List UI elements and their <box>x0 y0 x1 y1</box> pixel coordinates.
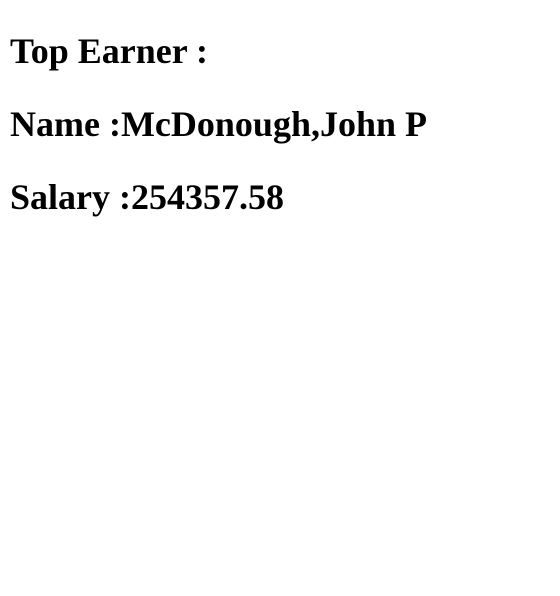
salary-line: Salary :254357.58 <box>10 179 550 215</box>
name-line: Name :McDonough,John P <box>10 106 550 142</box>
name-label: Name : <box>10 104 121 144</box>
salary-value: 254357.58 <box>131 177 284 217</box>
page-content: Top Earner : Name :McDonough,John P Sala… <box>0 0 560 215</box>
salary-label: Salary : <box>10 177 131 217</box>
name-value: McDonough,John P <box>120 104 428 144</box>
top-earner-heading: Top Earner : <box>10 31 209 71</box>
